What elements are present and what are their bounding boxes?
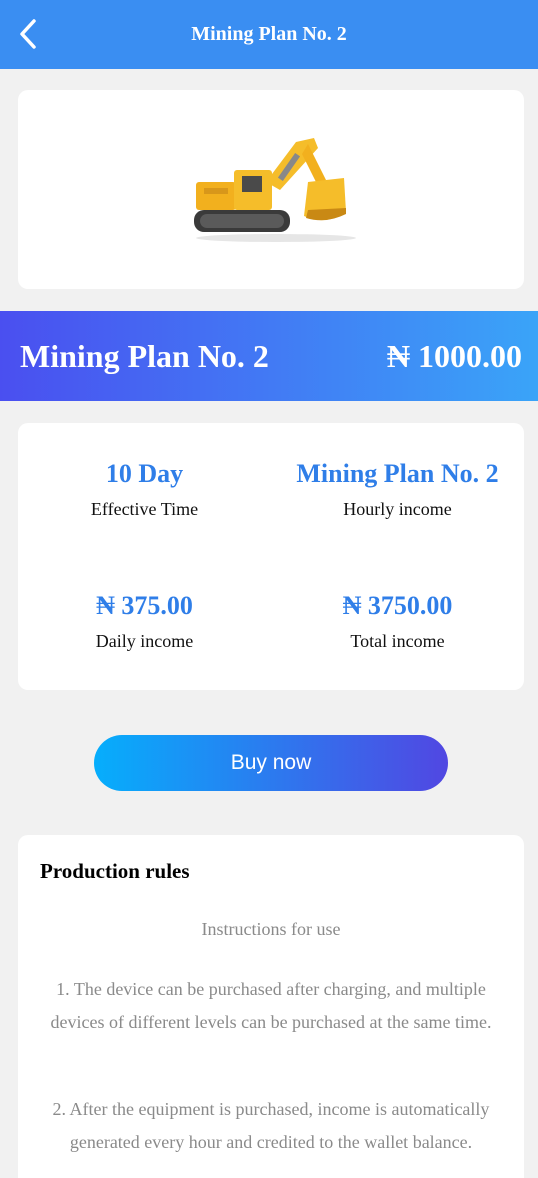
excavator-icon [194, 137, 356, 242]
rules-subtitle: Instructions for use [201, 919, 341, 939]
plan-price: ₦ 1000.00 [386, 338, 522, 374]
buy-now-button[interactable]: Buy now [94, 735, 448, 791]
stat-daily-income: ₦ 375.00 Daily income [18, 589, 271, 655]
stat-label: Daily income [95, 631, 194, 651]
stat-hourly-income: Mining Plan No. 2 Hourly income [271, 457, 524, 523]
stat-label: Hourly income [343, 499, 452, 519]
page-title: Mining Plan No. 2 [191, 23, 347, 45]
production-rules-card: Production rules Instructions for use 1.… [18, 835, 524, 1178]
plan-banner: Mining Plan No. 2 ₦ 1000.00 [0, 311, 538, 401]
rules-item: 1. The device can be purchased after cha… [50, 979, 492, 1032]
rules-item: 2. After the equipment is purchased, inc… [52, 1099, 490, 1152]
stat-value: Mining Plan No. 2 [296, 459, 499, 488]
stat-label: Effective Time [90, 499, 199, 519]
product-image-card [18, 90, 524, 289]
stat-effective-time: 10 Day Effective Time [18, 457, 271, 523]
stats-card: 10 Day Effective Time Mining Plan No. 2 … [18, 423, 524, 690]
stat-value: ₦ 375.00 [96, 591, 193, 620]
plan-name: Mining Plan No. 2 [20, 338, 269, 374]
stat-value: 10 Day [105, 459, 184, 488]
stat-value: ₦ 3750.00 [342, 591, 453, 620]
stat-label: Total income [350, 631, 445, 651]
stat-total-income: ₦ 3750.00 Total income [271, 589, 524, 655]
top-nav-bar: Mining Plan No. 2 [0, 0, 538, 69]
rules-title: Production rules [40, 859, 190, 883]
